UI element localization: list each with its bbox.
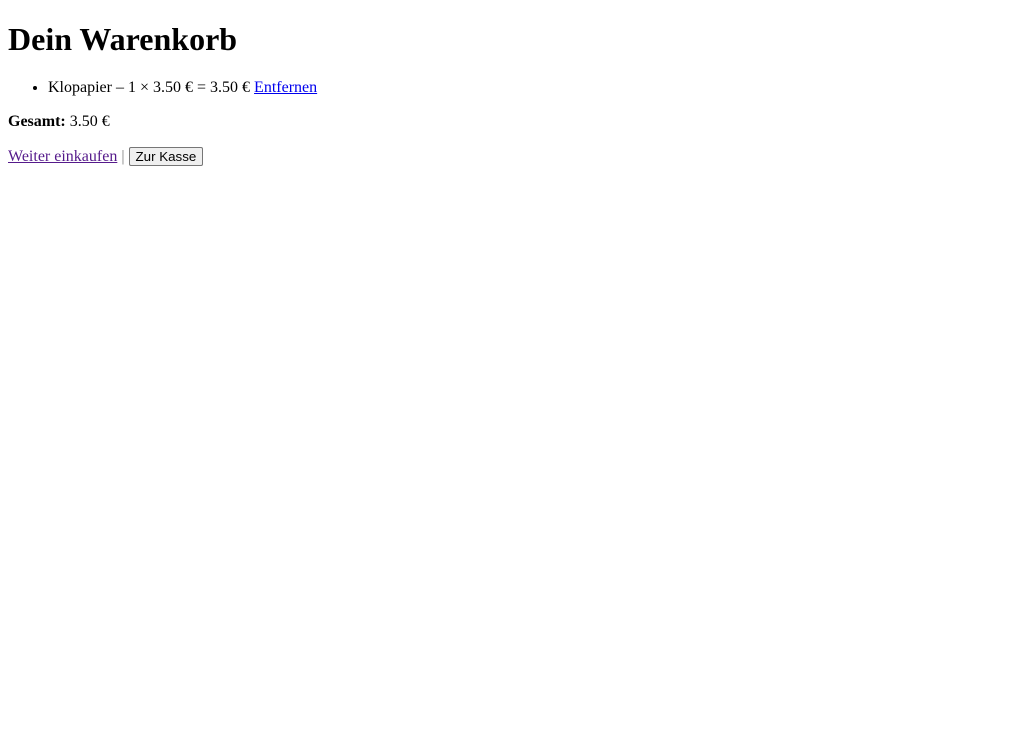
checkout-button[interactable]: Zur Kasse	[128, 147, 204, 166]
cart-item-line-total: 3.50 €	[210, 79, 251, 96]
cart-item-times: ×	[139, 79, 150, 96]
cart-item-list: Klopapier – 1 × 3.50 € = 3.50 € Entferne…	[8, 79, 1026, 97]
continue-shopping-link[interactable]: Weiter einkaufen	[8, 148, 117, 165]
action-separator: |	[121, 148, 125, 165]
cart-item-name: Klopapier	[48, 79, 112, 96]
page-title: Dein Warenkorb	[8, 21, 238, 57]
total-value: 3.50 €	[69, 113, 110, 130]
cart-item-unit-price: 3.50 €	[153, 79, 194, 96]
cart-actions: Weiter einkaufen | Zur Kasse	[8, 147, 1026, 166]
cart-total: Gesamt: 3.50 €	[8, 113, 1026, 131]
cart-item-equals: =	[197, 79, 207, 96]
cart-item-quantity: 1	[127, 79, 136, 96]
cart-item: Klopapier – 1 × 3.50 € = 3.50 € Entferne…	[48, 79, 1026, 97]
cart-item-dash: –	[115, 79, 124, 96]
total-label: Gesamt:	[8, 113, 66, 130]
remove-item-link[interactable]: Entfernen	[254, 79, 317, 96]
